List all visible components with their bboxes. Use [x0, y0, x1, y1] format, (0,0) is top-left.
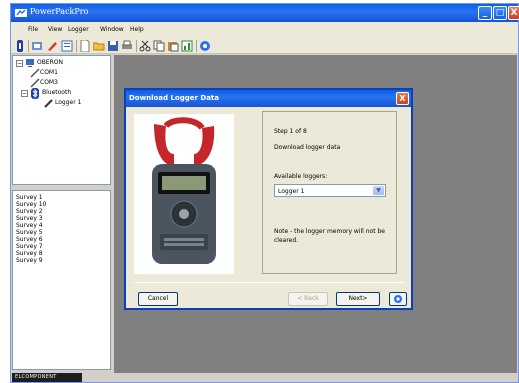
new-document-icon[interactable] — [79, 40, 91, 52]
cut-icon[interactable] — [139, 40, 151, 52]
logger-device-image — [134, 114, 234, 274]
tree-node-com3[interactable]: COM3 — [40, 79, 58, 86]
list-item[interactable]: Survey 1 — [16, 194, 43, 201]
list-item[interactable]: Survey 7 — [16, 243, 43, 250]
menu-bar: File View Logger Window Help — [11, 22, 518, 38]
port-icon — [30, 78, 40, 88]
copy-icon[interactable] — [153, 40, 165, 52]
tree-expander[interactable]: − — [21, 90, 28, 97]
tree-expander[interactable]: − — [16, 60, 23, 67]
info-icon[interactable] — [14, 40, 26, 52]
step-description: Download logger data — [274, 144, 341, 151]
app-window: PowerPackPro _ □ X File View Logger Wind… — [10, 3, 519, 383]
toolbar-separator — [28, 40, 29, 52]
dialog-title[interactable]: Download Logger Data — [126, 90, 411, 107]
survey-list: Survey 1 Survey 10 Survey 2 Survey 3 Sur… — [12, 190, 111, 370]
print-icon[interactable] — [121, 40, 133, 52]
toolbar — [11, 38, 518, 54]
paste-icon[interactable] — [167, 40, 179, 52]
menu-view[interactable]: View — [48, 26, 62, 33]
available-loggers-label: Available loggers: — [274, 173, 328, 180]
back-button[interactable]: < Back — [288, 292, 328, 306]
logger-select[interactable]: Logger 1 ▼ — [274, 184, 386, 197]
dialog-close-button[interactable]: X — [396, 92, 409, 105]
menu-help[interactable]: Help — [130, 26, 144, 33]
list-item[interactable]: Survey 3 — [16, 215, 43, 222]
help-icon[interactable] — [199, 40, 211, 52]
menu-file[interactable]: File — [28, 26, 38, 33]
cancel-button[interactable]: Cancel — [138, 292, 178, 306]
help-icon — [394, 295, 402, 303]
list-icon[interactable] — [61, 40, 73, 52]
tree-node-com1[interactable]: COM1 — [40, 69, 58, 76]
step-panel: Step 1 of 8 Download logger data Availab… — [262, 111, 397, 274]
tree-node-logger[interactable]: Logger 1 — [55, 99, 81, 106]
chevron-down-icon[interactable]: ▼ — [373, 186, 384, 195]
app-icon — [15, 9, 27, 17]
chart-icon[interactable] — [181, 40, 193, 52]
next-button[interactable]: Next> — [336, 292, 380, 306]
maximize-button[interactable]: □ — [493, 6, 507, 20]
list-item[interactable]: Survey 9 — [16, 257, 43, 264]
step-indicator: Step 1 of 8 — [274, 128, 307, 135]
list-item[interactable]: Survey 5 — [16, 229, 43, 236]
download-logger-dialog: Download Logger Data X Step 1 of 8 Downl… — [124, 88, 413, 310]
list-item[interactable]: Survey 2 — [16, 208, 43, 215]
computer-icon — [26, 59, 34, 67]
list-item[interactable]: Survey 8 — [16, 250, 43, 257]
toolbar-separator — [76, 40, 77, 52]
close-button[interactable]: X — [508, 6, 519, 20]
list-item[interactable]: Survey 4 — [16, 222, 43, 229]
port-icon — [30, 68, 40, 78]
title-bar[interactable]: PowerPackPro _ □ X — [11, 4, 519, 22]
logger-select-value: Logger 1 — [278, 188, 305, 195]
toolbar-separator — [136, 40, 137, 52]
toolbar-separator — [196, 40, 197, 52]
list-item[interactable]: Survey 10 — [16, 201, 46, 208]
list-item[interactable]: Survey 6 — [16, 236, 43, 243]
dialog-help-button[interactable] — [389, 292, 407, 306]
save-icon[interactable] — [107, 40, 119, 52]
bluetooth-icon — [31, 88, 39, 99]
window-title: PowerPackPro — [30, 7, 89, 16]
menu-window[interactable]: Window — [100, 26, 124, 33]
memory-note: Note - the logger memory will not be cle… — [274, 228, 385, 244]
dialog-divider — [134, 282, 405, 283]
tree-node-oberon[interactable]: OBERON — [37, 59, 63, 66]
logger-icon — [44, 99, 53, 108]
edit-icon[interactable] — [46, 40, 58, 52]
settings-icon[interactable] — [31, 40, 43, 52]
open-folder-icon[interactable] — [93, 40, 105, 52]
device-tree: − OBERON COM1 COM3 − Bluetooth Logger 1 — [12, 55, 111, 185]
tree-node-bluetooth[interactable]: Bluetooth — [42, 89, 71, 96]
menu-logger[interactable]: Logger — [68, 26, 89, 33]
minimize-button[interactable]: _ — [478, 6, 492, 20]
brand-logo: ELCOMPONENT — [12, 373, 82, 382]
clamp-meter-illustration — [152, 117, 216, 264]
